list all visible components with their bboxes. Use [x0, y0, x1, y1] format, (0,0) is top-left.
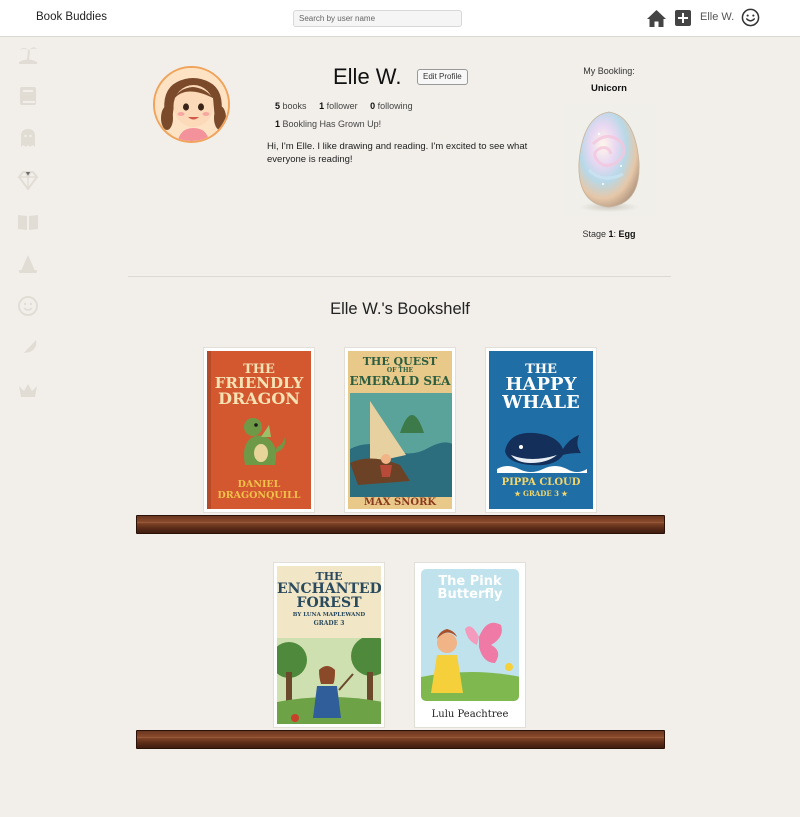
wizard-hat-icon[interactable]	[16, 252, 40, 276]
book-author-line: DRAGONQUILL	[217, 490, 301, 501]
profile-bio: Hi, I'm Elle. I like drawing and reading…	[267, 141, 528, 165]
user-menu-name[interactable]: Elle W.	[700, 11, 734, 23]
book-author-line: Lulu Peachtree	[431, 709, 509, 720]
books-label: books	[282, 101, 307, 111]
island-icon[interactable]	[16, 42, 40, 66]
crown-icon[interactable]	[16, 378, 40, 402]
butterfly-illustration	[421, 622, 519, 701]
open-book-icon[interactable]	[16, 210, 40, 234]
following-count: 0	[370, 101, 376, 111]
feather-icon[interactable]	[16, 336, 40, 360]
sea-illustration	[350, 393, 452, 497]
book-cover: The Pink Butterfly Lulu Peachtree	[418, 566, 522, 724]
book-title-line: Butterfly	[437, 587, 503, 602]
search-input[interactable]	[293, 10, 462, 27]
gem-icon[interactable]	[16, 168, 40, 192]
section-divider	[128, 276, 671, 277]
book-author-line: DANIEL	[237, 479, 281, 490]
grown-count: 1	[275, 119, 281, 129]
book-subtitle-line: GRADE 3	[313, 619, 345, 627]
book-card[interactable]: The Pink Butterfly Lulu Peachtree	[414, 562, 526, 728]
book-subtitle-line: BY LUNA MAPLEWAND	[292, 612, 366, 618]
book-card[interactable]: THE ENCHANTED FOREST BY LUNA MAPLEWAND G…	[273, 562, 385, 728]
book-title-line: THE QUEST	[362, 355, 438, 368]
add-book-icon[interactable]	[675, 10, 691, 26]
books-stat[interactable]: 5 books	[275, 101, 307, 111]
home-icon[interactable]	[646, 9, 667, 28]
book-title-line: EMERALD SEA	[349, 374, 451, 388]
bookshelf-title: Elle W.'s Bookshelf	[330, 300, 470, 318]
whale-illustration	[497, 432, 587, 473]
book-cover: THE QUEST OF THE EMERALD SEA MAX SNORK	[348, 351, 452, 509]
follower-stat[interactable]: 1 follower	[319, 101, 358, 111]
grown-label: Bookling Has Grown Up!	[282, 119, 382, 129]
book-card[interactable]: THE FRIENDLY DRAGON DANIEL DRAGONQUILL	[203, 347, 315, 513]
bookling-name: Unicorn	[591, 83, 627, 94]
following-label: following	[377, 101, 413, 111]
brand-logo[interactable]: Book Buddies	[36, 11, 107, 23]
follower-label: follower	[326, 101, 358, 111]
bookshelf-shelf	[136, 515, 665, 534]
stage-label: Stage	[582, 229, 606, 239]
top-bar: Book Buddies Elle W.	[0, 0, 800, 37]
book-author-line: ★ GRADE 3 ★	[514, 489, 568, 498]
stage-number: 1	[608, 229, 614, 239]
books-count: 5	[275, 101, 281, 111]
book-title-line: WHALE	[502, 392, 580, 413]
avatar	[153, 66, 230, 143]
profile-name: Elle W.	[333, 64, 402, 89]
book-cover: THE ENCHANTED FOREST BY LUNA MAPLEWAND G…	[277, 566, 381, 724]
book-cover: THE FRIENDLY DRAGON DANIEL DRAGONQUILL	[207, 351, 311, 509]
book-title-line: FOREST	[296, 595, 362, 611]
book-cover: THE HAPPY WHALE PIPPA CLOUD ★ GRADE 3 ★	[489, 351, 593, 509]
bookling-title: My Bookling:	[583, 66, 635, 76]
dragon-illustration	[244, 418, 286, 465]
book-title-line: ENCHANTED	[277, 581, 381, 597]
book-author-line: PIPPA CLOUD	[501, 477, 581, 488]
bookling-egg-image	[563, 104, 655, 216]
bookshelf-shelf	[136, 730, 665, 749]
book-author-line: MAX SNORK	[363, 497, 437, 508]
smiley-icon[interactable]	[741, 8, 760, 27]
book-icon[interactable]	[16, 84, 40, 108]
book-card[interactable]: THE HAPPY WHALE PIPPA CLOUD ★ GRADE 3 ★	[485, 347, 597, 513]
smiley-icon[interactable]	[16, 294, 40, 318]
edit-profile-button[interactable]: Edit Profile	[417, 69, 468, 85]
stage-name: Egg	[618, 229, 636, 239]
forest-illustration	[277, 638, 381, 724]
book-card[interactable]: THE QUEST OF THE EMERALD SEA MAX SNORK	[344, 347, 456, 513]
bookling-stage: Stage 1: Egg	[582, 229, 636, 239]
profile-stats: 5 books 1 follower 0 following	[275, 101, 423, 111]
follower-count: 1	[319, 101, 325, 111]
bookling-grown-stat: 1 Bookling Has Grown Up!	[275, 119, 381, 129]
book-title-line: DRAGON	[218, 389, 300, 408]
ghost-icon[interactable]	[16, 126, 40, 150]
following-stat[interactable]: 0 following	[370, 101, 413, 111]
